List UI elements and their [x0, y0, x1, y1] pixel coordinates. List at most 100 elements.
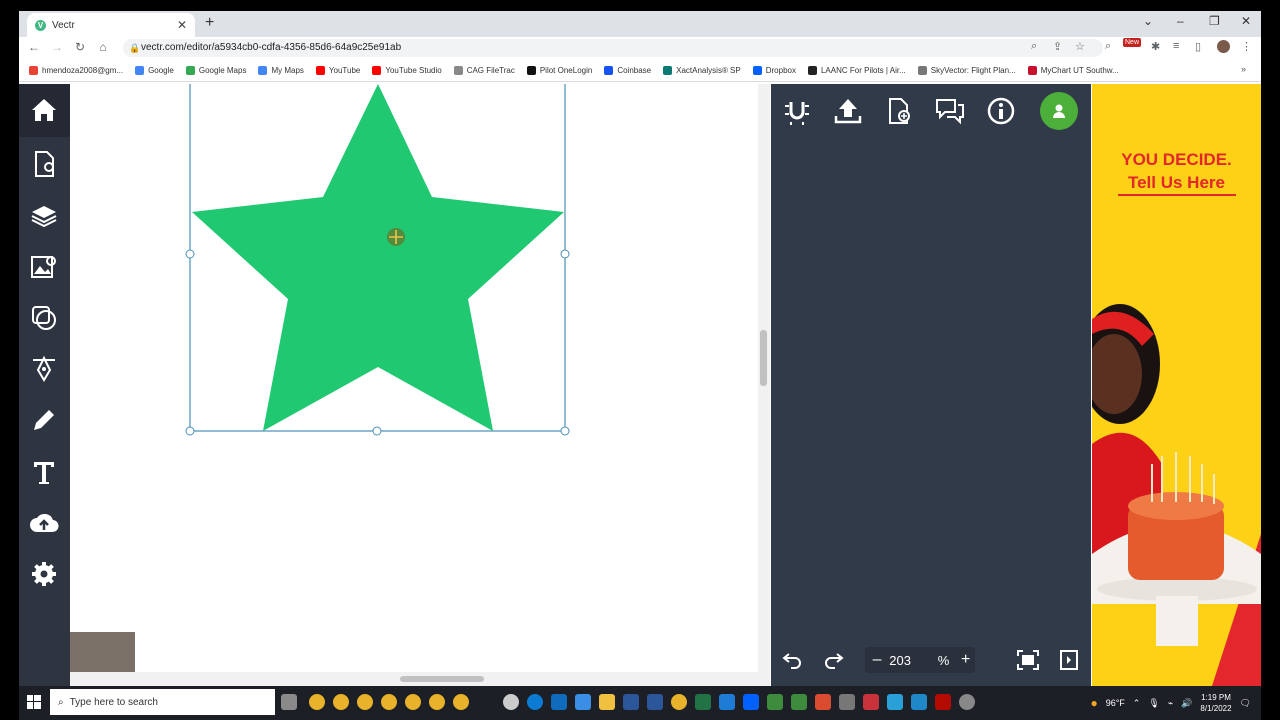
chrome-app-icon-4[interactable]: [381, 694, 397, 710]
app-icon-red[interactable]: [815, 694, 831, 710]
home-button[interactable]: [19, 84, 70, 137]
new-page-icon[interactable]: [29, 149, 59, 179]
refresh-app-icon[interactable]: [791, 694, 807, 710]
maximize-button[interactable]: ❐: [1209, 14, 1220, 28]
chrome-app-icon-8[interactable]: [671, 694, 687, 710]
resize-handle-right[interactable]: [560, 249, 570, 259]
bookmark-item[interactable]: Pilot OneLogin: [526, 66, 592, 75]
clock[interactable]: 1:19 PM 8/1/2022: [1200, 692, 1231, 714]
chrome-app-icon-3[interactable]: [357, 694, 373, 710]
bookmark-item[interactable]: Dropbox: [752, 66, 796, 75]
word-icon-2[interactable]: [647, 694, 663, 710]
xbox-icon[interactable]: [503, 694, 519, 710]
export-upload-icon[interactable]: [831, 94, 865, 128]
resize-handle-left[interactable]: [185, 249, 195, 259]
info-icon[interactable]: [984, 94, 1018, 128]
chrome-app-icon-6[interactable]: [429, 694, 445, 710]
shapes-icon[interactable]: [29, 303, 59, 333]
zoom-out-button[interactable]: –: [865, 651, 889, 669]
resize-handle-bottom-left[interactable]: [185, 426, 195, 436]
pen-tool-icon[interactable]: [29, 354, 59, 384]
bookmark-item[interactable]: YouTube Studio: [372, 66, 442, 75]
bookmark-item[interactable]: XactAnalysis® SP: [663, 66, 741, 75]
pencil-icon[interactable]: [29, 405, 59, 435]
bookmark-item[interactable]: YouTube: [315, 66, 360, 75]
bookmark-item[interactable]: hmendoza2008@gm...: [29, 66, 123, 75]
resize-handle-bottom-right[interactable]: [560, 426, 570, 436]
network-icon[interactable]: ⌁: [1168, 698, 1173, 709]
acrobat-icon[interactable]: [935, 694, 951, 710]
mail-icon[interactable]: [551, 694, 567, 710]
star-shape[interactable]: [192, 84, 564, 431]
lens-icon[interactable]: ⌕: [1105, 40, 1111, 53]
menu-icon[interactable]: ⋮: [1241, 40, 1252, 53]
tab-close-icon[interactable]: ✕: [177, 18, 187, 32]
horizontal-scroll-thumb[interactable]: [400, 676, 484, 682]
edge-icon[interactable]: [527, 694, 543, 710]
bookmark-item[interactable]: SkyVector: Flight Plan...: [917, 66, 1016, 75]
bookmark-star-icon[interactable]: ☆: [1075, 40, 1085, 53]
zoom-input[interactable]: 203: [889, 653, 937, 668]
back-button[interactable]: ←: [23, 40, 45, 54]
undo-icon[interactable]: [781, 649, 803, 674]
download-icon[interactable]: [719, 694, 735, 710]
word-icon[interactable]: [623, 694, 639, 710]
upload-cloud-icon[interactable]: [29, 508, 59, 538]
side-panel-icon[interactable]: ▯: [1195, 40, 1201, 53]
extensions-icon[interactable]: ✱: [1151, 40, 1160, 53]
forward-button[interactable]: →: [46, 40, 68, 54]
microphone-icon[interactable]: 🎙: [1148, 698, 1159, 709]
calculator-icon[interactable]: [911, 694, 927, 710]
image-search-icon[interactable]: [29, 252, 59, 282]
advertisement[interactable]: YOU DECIDE. Tell Us Here: [1092, 84, 1261, 686]
drawing-canvas[interactable]: [70, 84, 758, 686]
sync-icon[interactable]: [767, 694, 783, 710]
magnet-icon[interactable]: [780, 94, 814, 128]
profile-avatar[interactable]: [1217, 40, 1230, 53]
layers-icon[interactable]: [29, 201, 59, 231]
bookmark-item[interactable]: LAANC For Pilots | Air...: [807, 66, 906, 75]
bookmark-item[interactable]: Google Maps: [185, 66, 246, 75]
bookmark-item[interactable]: MyChart UT Southw...: [1027, 66, 1119, 75]
tray-overflow-icon[interactable]: ⌃: [1133, 698, 1141, 709]
app-icon-blue[interactable]: [887, 694, 903, 710]
files-icon[interactable]: [575, 694, 591, 710]
import-document-icon[interactable]: [882, 94, 916, 128]
minimize-button[interactable]: –: [1177, 14, 1184, 28]
resize-handle-bottom[interactable]: [372, 426, 382, 436]
chrome-app-icon-2[interactable]: [333, 694, 349, 710]
horizontal-scrollbar[interactable]: [70, 672, 758, 686]
excel-icon[interactable]: [695, 694, 711, 710]
windows-start-icon[interactable]: [27, 695, 41, 714]
bookmarks-overflow-icon[interactable]: »: [1241, 64, 1246, 74]
comments-icon[interactable]: [933, 94, 967, 128]
reading-list-icon[interactable]: ≡: [1173, 40, 1179, 52]
file-explorer-icon[interactable]: [599, 694, 615, 710]
zoom-in-button[interactable]: +: [956, 651, 975, 669]
task-view-icon[interactable]: [281, 694, 297, 710]
dropbox-icon[interactable]: [743, 694, 759, 710]
chrome-app-icon[interactable]: [309, 694, 325, 710]
new-tab-button[interactable]: +: [205, 14, 214, 32]
app-icon-gray[interactable]: [959, 694, 975, 710]
user-avatar-button[interactable]: [1040, 92, 1078, 130]
weather-temperature[interactable]: 96°F: [1106, 698, 1125, 708]
toolbox-icon[interactable]: [863, 694, 879, 710]
collapse-panel-icon[interactable]: [1059, 649, 1079, 676]
text-tool-icon[interactable]: [29, 457, 59, 487]
bookmark-item[interactable]: My Maps: [258, 66, 304, 75]
home-button[interactable]: ⌂: [92, 40, 114, 54]
page-thumbnail[interactable]: [70, 632, 135, 672]
taskbar-search-box[interactable]: ⌕ Type here to search: [50, 689, 275, 715]
close-window-button[interactable]: ✕: [1241, 14, 1251, 28]
chrome-app-icon-5[interactable]: [405, 694, 421, 710]
fit-screen-icon[interactable]: [1016, 649, 1040, 676]
bookmark-item[interactable]: Google: [135, 66, 174, 75]
settings-gear-icon[interactable]: [29, 559, 59, 589]
bookmark-item[interactable]: Coinbase: [604, 66, 651, 75]
chrome-app-icon-7[interactable]: [453, 694, 469, 710]
address-bar[interactable]: 🔒 vectr.com/editor/a5934cb0-cdfa-4356-85…: [123, 39, 1103, 57]
reload-button[interactable]: ↻: [69, 40, 91, 54]
arrow-app-icon[interactable]: [839, 694, 855, 710]
tab-vectr[interactable]: V Vectr ✕: [27, 13, 195, 37]
